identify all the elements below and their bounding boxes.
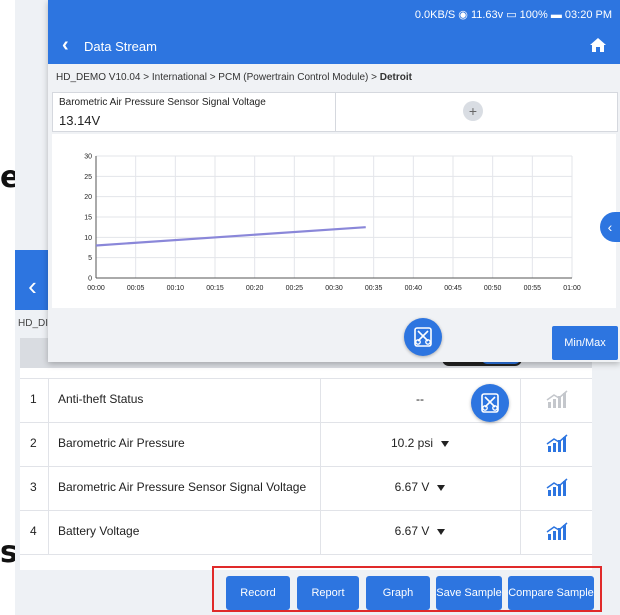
back-tab-button[interactable]: ‹ [15,250,50,310]
background-breadcrumb: HD_DI [18,318,49,329]
chevron-left-icon: ‹ [28,271,37,301]
table-row[interactable]: 3 Barometric Air Pressure Sensor Signal … [20,466,592,510]
x-tick-label: 00:45 [444,285,462,292]
graph-icon[interactable] [546,478,568,498]
y-tick-label: 30 [84,154,92,161]
x-tick-label: 00:30 [325,285,343,292]
status-text: 0.0KB/S ◉ 11.63v ▭ 100% ▬ 03:20 PM [414,9,612,21]
save-sample-button[interactable]: Save Sample [436,576,502,610]
dropdown-caret-icon [437,484,446,491]
page-title: Data Stream [84,39,157,54]
y-tick-label: 0 [88,276,92,283]
breadcrumb-current: Detroit [379,72,412,83]
table-row[interactable]: 2 Barometric Air Pressure 10.2 psi [20,422,592,466]
record-button[interactable]: Record [226,576,290,610]
y-tick-label: 25 [84,174,92,181]
row-value[interactable]: 10.2 psi [320,436,520,450]
clip-button[interactable] [404,318,442,356]
series-line [95,226,366,247]
x-tick-label: 00:50 [484,285,502,292]
y-tick-label: 20 [84,194,92,201]
graph-button[interactable]: Graph [366,576,430,610]
title-bar: ‹ Data Stream [48,28,620,64]
y-tick-label: 10 [84,235,92,242]
graph-icon[interactable] [546,434,568,454]
table-row[interactable]: 4 Battery Voltage 6.67 V [20,510,592,554]
breadcrumb: HD_DEMO V10.04 > International > PCM (Po… [56,72,412,83]
x-tick-label: 00:15 [206,285,224,292]
graph-overlay-window: 0.0KB/S ◉ 11.63v ▭ 100% ▬ 03:20 PM ‹ Dat… [48,0,620,362]
x-tick-label: 00:55 [524,285,542,292]
chevron-left-icon: ‹ [607,219,613,235]
x-tick-label: 00:40 [405,285,423,292]
x-tick-label: 00:20 [246,285,264,292]
row-name: Anti-theft Status [58,392,144,406]
y-tick-label: 5 [88,255,92,262]
sensor-value: 13.14V [59,113,101,128]
min-max-button[interactable]: Min/Max [552,326,618,360]
y-tick-label: 15 [84,215,92,222]
home-icon[interactable] [590,38,606,52]
graph-icon[interactable] [546,522,568,542]
x-tick-label: 01:00 [563,285,581,292]
row-number: 2 [30,436,37,450]
x-tick-label: 00:10 [167,285,185,292]
graph-icon[interactable] [546,390,568,410]
compare-sample-button[interactable]: Compare Sample [508,576,594,610]
row-name: Barometric Air Pressure [58,436,185,450]
report-button[interactable]: Report [297,576,359,610]
x-tick-label: 00:35 [365,285,383,292]
scissors-icon [481,393,499,413]
row-name: Barometric Air Pressure Sensor Signal Vo… [58,480,307,494]
dropdown-caret-icon [441,440,450,447]
row-number: 1 [30,392,37,406]
scissors-icon [414,327,432,347]
row-number: 3 [30,480,37,494]
row-name: Battery Voltage [58,524,140,538]
dropdown-caret-icon [437,528,446,535]
row-number: 4 [30,524,37,538]
line-chart: 00:00 00:05 00:10 00:15 00:20 00:25 00:30 00:35… [52,134,616,308]
row-value[interactable]: 6.67 V [320,524,520,538]
add-sensor-button[interactable]: + [463,101,483,121]
data-stream-table: 1 Anti-theft Status -- 2 Barometric Air … [20,338,592,570]
x-tick-label: 00:25 [286,285,304,292]
x-tick-label: 00:00 [87,285,105,292]
sensor-panel: Barometric Air Pressure Sensor Signal Vo… [52,92,618,132]
back-arrow-icon[interactable]: ‹ [62,35,69,55]
clip-button[interactable] [471,384,509,422]
chart-canvas: 00:00 00:05 00:10 00:15 00:20 00:25 00:30 00:35… [84,154,581,293]
status-bar: 0.0KB/S ◉ 11.63v ▭ 100% ▬ 03:20 PM [48,0,620,28]
row-value[interactable]: 6.67 V [320,480,520,494]
x-tick-label: 00:05 [127,285,145,292]
sensor-name: Barometric Air Pressure Sensor Signal Vo… [59,97,266,108]
